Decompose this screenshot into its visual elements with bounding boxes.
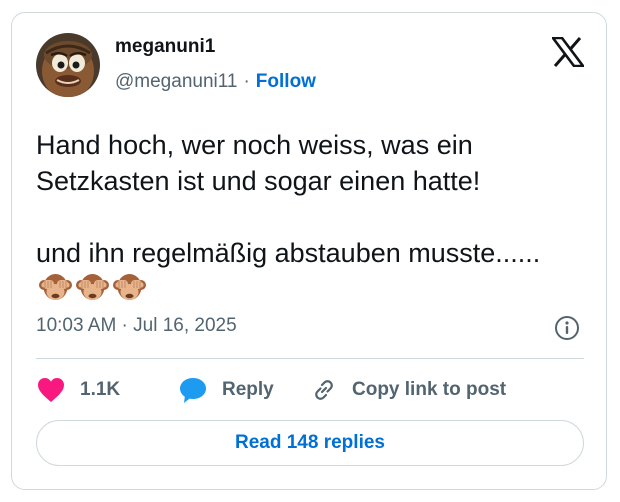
read-replies-button[interactable]: Read 148 replies — [36, 420, 584, 466]
tweet-card: meganuni1 @meganuni11 · Follow Hand hoch, … — [11, 12, 607, 490]
heart-icon — [38, 378, 64, 402]
action-bar: 1.1K Reply Copy link to post — [36, 373, 584, 407]
tweet-timestamp[interactable]: 10:03 AM · Jul 16, 2025 — [36, 315, 237, 337]
avatar[interactable] — [36, 33, 100, 97]
like-button[interactable]: 1.1K — [36, 373, 120, 407]
link-icon — [315, 380, 333, 400]
see-no-evil-monkey-icon — [38, 271, 73, 304]
emoji-group — [38, 271, 149, 313]
see-no-evil-monkey-icon — [112, 271, 147, 304]
speech-bubble-icon — [180, 378, 206, 403]
copy-link-button[interactable]: Copy link to post — [310, 373, 506, 407]
tweet-paragraph: und ihn regelmäßig abstauben musste.....… — [36, 235, 592, 313]
tweet-paragraph-text: und ihn regelmäßig abstauben musste.....… — [36, 238, 541, 268]
info-icon[interactable] — [554, 315, 580, 341]
author-handle[interactable]: @meganuni11 — [115, 71, 237, 92]
tweet-paragraph: Hand hoch, wer noch weiss, was ein Setzk… — [36, 130, 481, 196]
reply-button[interactable]: Reply — [178, 373, 274, 407]
see-no-evil-monkey-icon — [75, 271, 110, 304]
handle-separator: · — [243, 71, 250, 92]
follow-button[interactable]: Follow — [256, 71, 316, 92]
divider — [36, 358, 584, 359]
copy-link-label: Copy link to post — [352, 379, 507, 400]
author-display-name[interactable]: meganuni1 — [115, 36, 215, 58]
x-logo-icon[interactable] — [550, 36, 586, 68]
reply-label: Reply — [222, 379, 274, 400]
tweet-text: Hand hoch, wer noch weiss, was ein Setzk… — [36, 127, 592, 313]
like-count: 1.1K — [80, 379, 121, 400]
author-handle-row: @meganuni11 · Follow — [115, 71, 316, 93]
read-replies-label: Read 148 replies — [235, 432, 385, 453]
